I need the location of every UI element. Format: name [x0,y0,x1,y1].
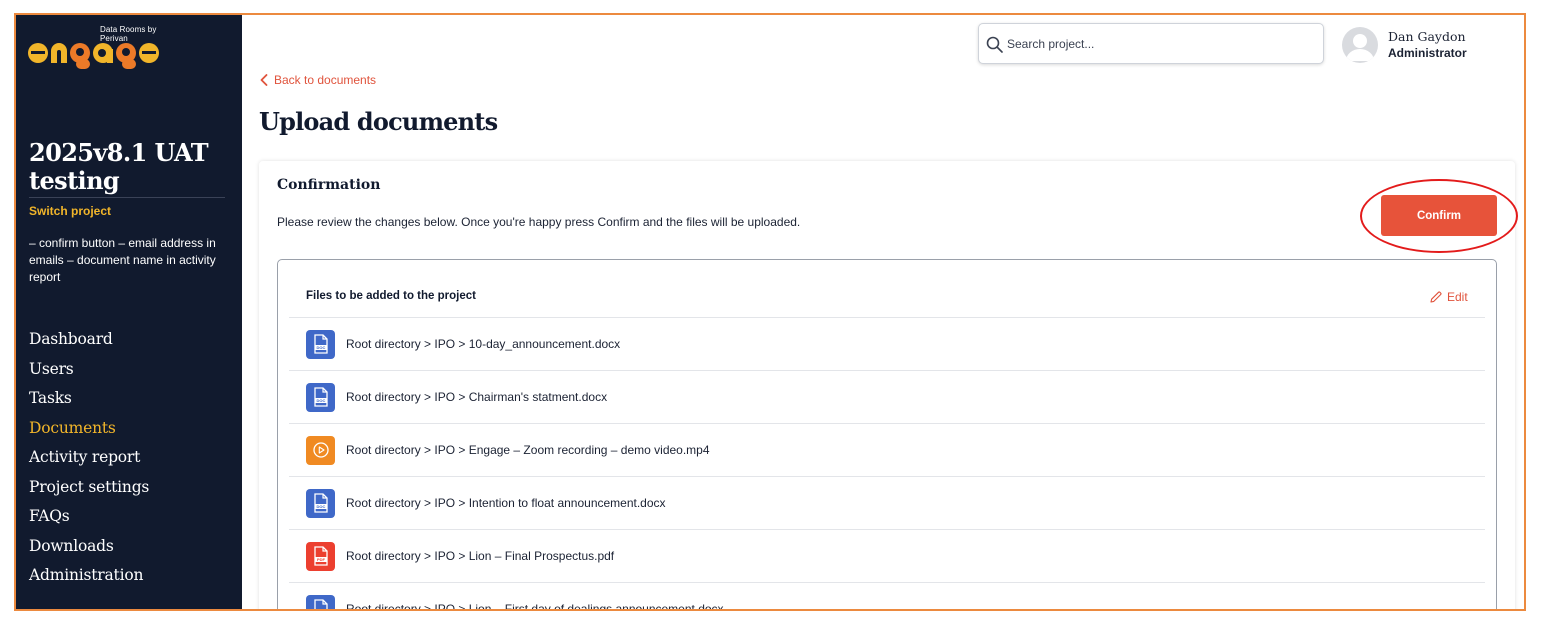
list-item: Root directory > IPO > Engage – Zoom rec… [289,423,1485,476]
back-to-documents-link[interactable]: Back to documents [260,73,376,87]
files-list-box: Files to be added to the project Edit DO… [277,259,1497,611]
card-title: Confirmation [277,177,381,193]
pdf-file-icon: PDF [306,541,335,571]
doc-file-icon: DOC [306,382,335,412]
svg-text:DOC: DOC [316,504,325,509]
sidebar-item-project-settings[interactable]: Project settings [29,473,149,503]
sidebar-item-dashboard[interactable]: Dashboard [29,325,149,355]
files-header: Files to be added to the project [306,290,476,302]
sidebar-item-downloads[interactable]: Downloads [29,532,149,562]
list-item: DOC Root directory > IPO > Lion – First … [289,582,1485,611]
card-description: Please review the changes below. Once yo… [277,215,801,229]
file-list: DOC Root directory > IPO > 10-day_announ… [289,317,1485,611]
list-item: DOC Root directory > IPO > 10-day_announ… [289,317,1485,370]
file-path: Root directory > IPO > 10-day_announceme… [346,337,621,351]
search-box[interactable] [978,23,1324,64]
svg-text:DOC: DOC [316,610,325,611]
doc-file-icon: DOC [306,329,335,359]
edit-link[interactable]: Edit [1430,290,1468,304]
user-avatar-icon [1346,34,1374,61]
list-item: DOC Root directory > IPO > Intention to … [289,476,1485,529]
list-item: DOC Root directory > IPO > Chairman's st… [289,370,1485,423]
app-frame: Data Rooms by Perivan 2025v8.1 UAT testi… [14,13,1526,611]
file-path: Root directory > IPO > Lion – First day … [346,602,724,611]
sidebar-item-administration[interactable]: Administration [29,561,149,591]
avatar[interactable] [1342,27,1378,63]
engage-wordmark-icon [28,43,159,69]
sidebar-item-tasks[interactable]: Tasks [29,384,149,414]
user-name: Dan Gaydon [1388,29,1466,44]
search-icon [986,36,1003,53]
svg-text:DOC: DOC [316,345,325,350]
project-title: 2025v8.1 UAT testing [29,138,209,195]
sidebar-item-faqs[interactable]: FAQs [29,502,149,532]
search-input[interactable] [1007,33,1307,55]
svg-text:DOC: DOC [316,398,325,403]
confirmation-card: Confirmation Please review the changes b… [259,161,1518,611]
engage-logo[interactable]: Data Rooms by Perivan [28,25,178,75]
project-description: – confirm button – email address in emai… [29,236,216,284]
svg-text:PDF: PDF [317,557,326,562]
switch-project-link[interactable]: Switch project [29,204,111,218]
sidebar-item-users[interactable]: Users [29,355,149,385]
file-path: Root directory > IPO > Chairman's statme… [346,390,608,404]
pencil-icon [1430,291,1442,303]
sidebar-item-documents[interactable]: Documents [29,414,149,444]
file-path: Root directory > IPO > Lion – Final Pros… [346,549,615,563]
page-title: Upload documents [259,107,498,136]
file-path: Root directory > IPO > Engage – Zoom rec… [346,443,710,457]
main-content: Dan Gaydon Administrator Back to documen… [242,15,1524,609]
file-path: Root directory > IPO > Intention to floa… [346,496,666,510]
back-link-label: Back to documents [274,73,377,87]
chevron-left-icon [260,74,268,86]
user-role: Administrator [1388,46,1467,60]
list-item: PDF Root directory > IPO > Lion – Final … [289,529,1485,582]
edit-label: Edit [1447,290,1468,304]
doc-file-icon: DOC [306,488,335,518]
sidebar: Data Rooms by Perivan 2025v8.1 UAT testi… [16,15,242,609]
doc-file-icon: DOC [306,594,335,611]
sidebar-item-activity-report[interactable]: Activity report [29,443,149,473]
sidebar-nav: Dashboard Users Tasks Documents Activity… [29,325,149,591]
sidebar-divider [29,197,225,198]
video-file-icon [306,435,335,465]
confirm-button[interactable]: Confirm [1381,195,1497,236]
